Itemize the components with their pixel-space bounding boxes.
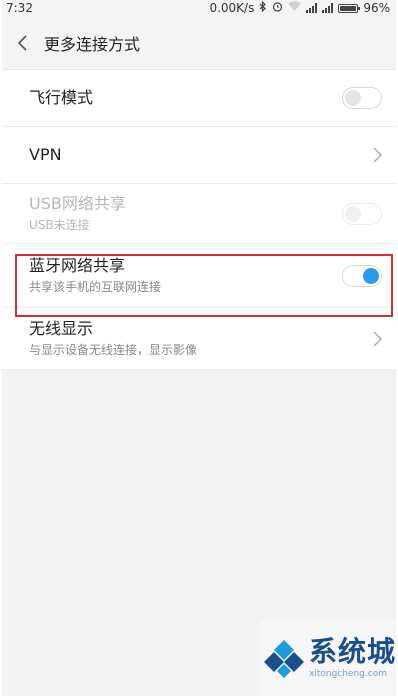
wireless-display-label: 无线显示 [29, 319, 94, 338]
wifi-icon [288, 1, 302, 15]
watermark-title: 系统城 [309, 635, 397, 668]
watermark-logo-icon [264, 638, 304, 678]
usb-tethering-label: USB网络共享 [29, 194, 126, 213]
watermark-url: xitongcheng.com [309, 669, 387, 679]
usb-tethering-toggle [342, 202, 382, 225]
settings-list: 飞行模式 VPN USB网络共享 USB未连接 蓝牙网络共享 共享该手机的互联网… [2, 70, 396, 370]
bluetooth-tethering-row[interactable]: 蓝牙网络共享 共享该手机的互联网连接 [2, 244, 396, 308]
page-title: 更多连接方式 [44, 34, 141, 54]
alarm-icon [272, 1, 283, 16]
chevron-right-icon [373, 331, 382, 347]
wireless-display-subtitle: 与显示设备无线连接，显示影像 [29, 343, 198, 357]
battery-percent: 96% [363, 1, 390, 15]
bluetooth-tethering-subtitle: 共享该手机的互联网连接 [29, 280, 162, 294]
battery-icon [338, 3, 361, 13]
app-header: 更多连接方式 [2, 16, 396, 70]
vpn-row[interactable]: VPN [2, 127, 396, 184]
bluetooth-tethering-label: 蓝牙网络共享 [29, 256, 126, 275]
chevron-right-icon [373, 147, 382, 163]
bluetooth-tethering-toggle[interactable] [342, 264, 382, 287]
back-button[interactable] [2, 16, 44, 70]
wireless-display-row[interactable]: 无线显示 与显示设备无线连接，显示影像 [2, 308, 396, 370]
bluetooth-icon [259, 0, 267, 16]
chevron-left-icon [17, 34, 27, 51]
signal-2-icon [322, 3, 334, 13]
usb-tethering-row: USB网络共享 USB未连接 [2, 184, 396, 244]
phone-screen: 7:32 0.00K/s 96% 更多连接方式 飞行模式 VPN USB网络共享… [2, 0, 396, 696]
toggle-knob [345, 90, 361, 106]
toggle-knob [363, 267, 379, 284]
vpn-label: VPN [29, 145, 62, 164]
toggle-knob [345, 205, 361, 222]
status-time: 7:32 [6, 1, 33, 15]
airplane-mode-toggle[interactable] [342, 87, 382, 109]
watermark: 系统城 xitongcheng.com [260, 620, 396, 696]
signal-1-icon [306, 3, 318, 13]
airplane-mode-label: 飞行模式 [29, 88, 94, 107]
status-bar: 7:32 0.00K/s 96% [2, 0, 396, 16]
status-icons: 0.00K/s 96% [209, 0, 390, 16]
usb-tethering-subtitle: USB未连接 [29, 218, 90, 232]
airplane-mode-row[interactable]: 飞行模式 [2, 70, 396, 127]
network-speed: 0.00K/s [209, 1, 255, 15]
